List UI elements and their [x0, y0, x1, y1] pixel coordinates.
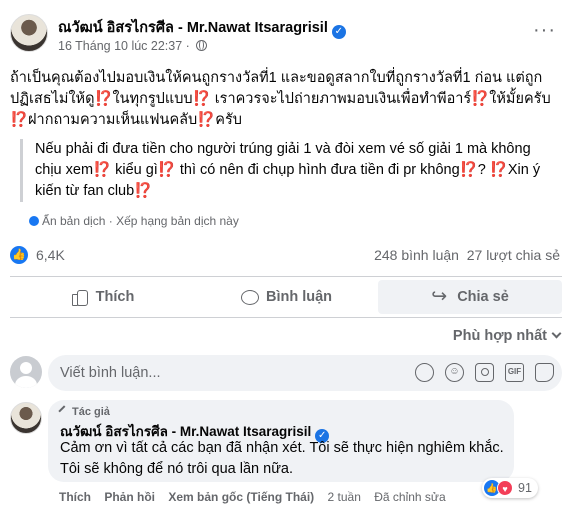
right-stats: 248 bình luận 27 lượt chia sẻ	[374, 247, 560, 263]
current-user-avatar[interactable]	[10, 356, 42, 388]
comment-actions: Thích Phản hồi Xem bản gốc (Tiếng Thái) …	[59, 490, 456, 504]
thumbs-up-icon	[70, 288, 88, 306]
globe-icon[interactable]	[196, 40, 208, 51]
meta-separator: ·	[185, 39, 190, 53]
sticker-icon[interactable]	[535, 363, 554, 382]
composer-icons: ☺ GIF	[415, 363, 554, 382]
emoji-icon[interactable]: ☺	[445, 363, 464, 382]
more-options-icon[interactable]: ···	[533, 20, 556, 40]
comment-reaction-count: 91	[518, 481, 532, 495]
gif-icon[interactable]: GIF	[505, 363, 524, 382]
share-label: Chia sẻ	[457, 289, 509, 305]
post-stats: 👍 6,4K 248 bình luận 27 lượt chia sẻ	[10, 245, 562, 267]
see-original-button[interactable]: Xem bản gốc (Tiếng Thái)	[168, 490, 314, 504]
divider-top	[10, 276, 562, 277]
post-text: ถ้าเป็นคุณต้องไปมอบเงินให้คนถูกรางวัลที่…	[10, 70, 551, 128]
post-translation: Nếu phải đi đưa tiền cho người trúng giả…	[20, 139, 560, 202]
post-timestamp[interactable]: 16 Tháng 10 lúc 22:37	[58, 39, 182, 53]
share-button[interactable]: Chia sẻ	[378, 280, 562, 314]
comment-text: Cảm ơn vì tất cả các bạn đã nhận xét. Tô…	[60, 440, 504, 477]
edited-label[interactable]: Đã chỉnh sửa	[374, 490, 445, 504]
pen-icon	[58, 405, 70, 417]
rate-translation-link[interactable]: Xếp hạng bản dịch này	[116, 214, 239, 228]
comment-input[interactable]: Viết bình luận...	[60, 365, 161, 381]
like-label: Thích	[95, 289, 135, 305]
comment-reactions[interactable]: 👍 ♥ 91	[482, 478, 538, 498]
sort-label: Phù hợp nhất	[452, 328, 547, 344]
verified-badge-icon: ✓	[331, 25, 346, 39]
avatar-sticker-icon[interactable]	[415, 363, 434, 382]
link-separator: ·	[108, 214, 117, 228]
like-reaction-icon[interactable]: 👍	[10, 246, 28, 264]
comment-icon	[240, 288, 259, 306]
author-name-line[interactable]: ณวัฒน์ อิสรไกรศีล - Mr.Nawat Itsaragrisi…	[58, 16, 346, 39]
share-icon	[431, 285, 449, 308]
heart-icon: ♥	[497, 480, 513, 496]
like-button[interactable]: Thích	[10, 280, 194, 314]
divider-bottom	[10, 317, 562, 318]
hide-translation-link[interactable]: Ẩn bản dịch	[42, 214, 105, 228]
comment-time[interactable]: 2 tuần	[328, 490, 361, 504]
chevron-down-icon	[551, 328, 562, 339]
author-tag: Tác giả	[58, 405, 110, 418]
reply-author-name[interactable]: ณวัฒน์ อิสรไกรศีล - Mr.Nawat Itsaragrisi…	[60, 424, 311, 439]
comment-composer[interactable]: Viết bình luận... ☺ GIF	[48, 355, 562, 391]
share-count[interactable]: 27 lượt chia sẻ	[467, 247, 560, 263]
comment-reply-button[interactable]: Phản hồi	[104, 490, 155, 504]
comment-bubble: Tác giả ณวัฒน์ อิสรไกรศีล - Mr.Nawat Its…	[48, 400, 514, 482]
reaction-count[interactable]: 6,4K	[36, 247, 65, 263]
translation-links: Ẩn bản dịch · Xếp hạng bản dịch này	[29, 214, 239, 228]
author-avatar[interactable]	[10, 14, 48, 52]
comment-button[interactable]: Bình luận	[194, 280, 378, 314]
author-tag-label: Tác giả	[72, 406, 110, 418]
comment-count[interactable]: 248 bình luận	[374, 247, 459, 263]
post-actions: Thích Bình luận Chia sẻ	[10, 280, 562, 314]
post-meta: 16 Tháng 10 lúc 22:37 ·	[58, 39, 208, 53]
translation-gear-icon	[29, 216, 39, 226]
post-header: ณวัฒน์ อิสรไกรศีล - Mr.Nawat Itsaragrisi…	[10, 10, 562, 54]
comment-sort-dropdown[interactable]: Phù hợp nhất	[452, 328, 562, 344]
reply-author-avatar[interactable]	[10, 402, 42, 434]
camera-icon[interactable]	[475, 363, 494, 382]
author-name[interactable]: ณวัฒน์ อิสรไกรศีล - Mr.Nawat Itsaragrisi…	[58, 20, 328, 36]
comment-like-button[interactable]: Thích	[59, 490, 91, 504]
comment-label: Bình luận	[265, 289, 333, 305]
